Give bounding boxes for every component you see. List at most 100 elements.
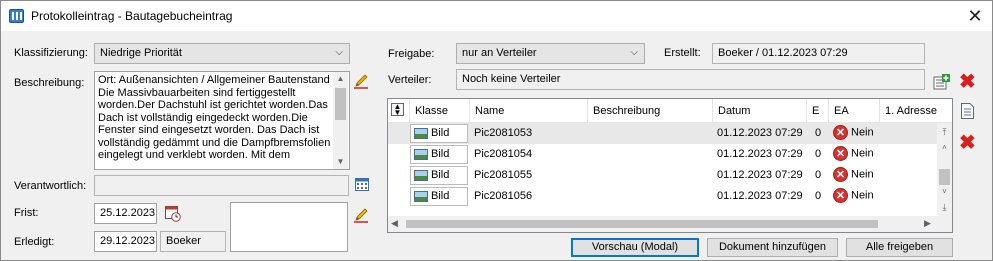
- chevron-down-icon: ⌵: [335, 47, 343, 58]
- table-horizontal-scrollbar[interactable]: ◀ ▶: [388, 216, 952, 232]
- scroll-thumb[interactable]: [335, 88, 346, 120]
- beschreibung-cell: [588, 144, 713, 165]
- vorschau-button[interactable]: Vorschau (Modal): [571, 238, 699, 257]
- no-icon: ✕: [833, 146, 848, 161]
- verantwortlich-field[interactable]: [94, 175, 349, 196]
- edit-pencil-icon[interactable]: [353, 73, 369, 89]
- image-icon: [414, 190, 428, 202]
- e-cell: 0: [814, 190, 822, 202]
- window-title: Protokolleintrag - Bautagebucheintrag: [31, 9, 233, 23]
- title-bar: Protokolleintrag - Bautagebucheintrag ✕: [1, 1, 992, 31]
- frist-date-input[interactable]: 25.12.2023: [94, 203, 157, 224]
- klasse-text: Bild: [431, 169, 450, 181]
- beschreibung-label: Beschreibung:: [14, 77, 85, 89]
- name-cell: Pic2081053: [474, 127, 533, 139]
- erstellt-label: Erstellt:: [664, 47, 701, 59]
- freigabe-select[interactable]: nur an Verteiler ⌵: [456, 43, 645, 64]
- beschreibung-textarea[interactable]: Ort: Außenansichten / Allgemeiner Bauten…: [94, 71, 350, 170]
- add-distributor-icon[interactable]: [933, 74, 950, 91]
- table-row[interactable]: Bild Pic2081055 01.12.2023 07:29 0 ✕ Nein: [388, 165, 937, 186]
- sort-icon[interactable]: ▲ ▼: [391, 103, 404, 117]
- datum-cell: 01.12.2023 07:29: [717, 169, 803, 181]
- document-icon[interactable]: [961, 103, 974, 119]
- erstellt-field: Boeker / 01.12.2023 07:29: [712, 43, 925, 64]
- image-icon: [414, 169, 428, 181]
- scroll-bottom-icon[interactable]: ⤓: [937, 200, 952, 214]
- klassifizierung-value: Niedrige Priorität: [100, 47, 182, 59]
- table-vertical-scrollbar[interactable]: ⤒ ˄ ˅ ⤓: [937, 123, 952, 216]
- datum-cell: 01.12.2023 07:29: [717, 148, 803, 160]
- dokument-hinzufuegen-button[interactable]: Dokument hinzufügen: [707, 238, 838, 257]
- column-header-adresse[interactable]: 1. Adresse: [880, 99, 952, 123]
- erledigt-by-field: Boeker: [160, 231, 226, 252]
- scroll-down-icon[interactable]: ▼: [333, 155, 348, 169]
- delete-icon[interactable]: ✖: [959, 133, 976, 153]
- calendar-icon[interactable]: [355, 178, 369, 191]
- name-cell: Pic2081056: [474, 190, 533, 202]
- column-header-datum[interactable]: Datum: [713, 99, 807, 123]
- e-cell: 0: [814, 148, 822, 160]
- sort-column-header[interactable]: ▲ ▼: [388, 99, 410, 123]
- column-header-name[interactable]: Name: [470, 99, 588, 123]
- ea-text: Nein: [851, 168, 874, 181]
- scroll-up-icon[interactable]: ˄: [937, 141, 952, 155]
- beschreibung-cell: [588, 123, 713, 144]
- erledigt-note-textarea[interactable]: [230, 202, 348, 252]
- klasse-text: Bild: [431, 190, 450, 202]
- beschreibung-cell: [588, 186, 713, 207]
- close-icon[interactable]: ✕: [963, 5, 987, 27]
- column-header-klasse[interactable]: Klasse: [410, 99, 470, 123]
- chevron-down-icon: ⌵: [630, 47, 638, 58]
- table-row[interactable]: Bild Pic2081054 01.12.2023 07:29 0 ✕ Nein: [388, 144, 937, 165]
- datum-cell: 01.12.2023 07:29: [717, 190, 803, 202]
- ea-text: Nein: [851, 126, 874, 139]
- image-icon: [414, 127, 428, 139]
- no-icon: ✕: [833, 167, 848, 182]
- calendar-clock-icon[interactable]: [165, 205, 181, 222]
- ea-cell: ✕ Nein: [829, 186, 880, 207]
- column-header-e[interactable]: E: [807, 99, 829, 123]
- frist-label: Frist:: [14, 207, 39, 219]
- app-icon: [9, 9, 24, 23]
- klasse-text: Bild: [431, 148, 450, 160]
- column-header-ea[interactable]: EA: [829, 99, 880, 123]
- no-icon: ✕: [833, 188, 848, 203]
- klassifizierung-label: Klassifizierung:: [14, 47, 88, 59]
- beschreibung-text: Ort: Außenansichten / Allgemeiner Bauten…: [98, 74, 331, 161]
- delete-icon[interactable]: ✖: [959, 72, 976, 92]
- scroll-right-icon[interactable]: ▶: [924, 218, 931, 229]
- klasse-text: Bild: [431, 127, 450, 139]
- edit-pencil-icon[interactable]: [353, 207, 369, 223]
- scroll-top-icon[interactable]: ⤒: [937, 125, 952, 139]
- klasse-cell[interactable]: Bild: [410, 166, 468, 185]
- scroll-thumb[interactable]: [939, 169, 950, 185]
- verantwortlich-label: Verantwortlich:: [14, 180, 87, 192]
- klasse-cell[interactable]: Bild: [410, 124, 468, 143]
- alle-freigeben-button[interactable]: Alle freigeben: [846, 238, 953, 257]
- scroll-down-icon[interactable]: ˅: [937, 185, 952, 199]
- scroll-thumb[interactable]: [406, 220, 878, 228]
- attachments-table: ▲ ▼ Klasse Name Beschreibung Datum E EA 1…: [387, 98, 953, 233]
- freigabe-label: Freigabe:: [388, 48, 435, 60]
- name-cell: Pic2081055: [474, 169, 533, 181]
- ea-text: Nein: [851, 147, 874, 160]
- erledigt-label: Erledigt:: [14, 236, 55, 248]
- beschreibung-cell: [588, 165, 713, 186]
- erledigt-date-input[interactable]: 29.12.2023: [94, 231, 157, 252]
- e-cell: 0: [814, 169, 822, 181]
- klassifizierung-select[interactable]: Niedrige Priorität ⌵: [94, 43, 350, 64]
- scroll-up-icon[interactable]: ▲: [333, 72, 348, 86]
- dialog-window: Protokolleintrag - Bautagebucheintrag ✕ …: [0, 0, 993, 261]
- table-row[interactable]: Bild Pic2081053 01.12.2023 07:29 0 ✕ Nein: [388, 123, 937, 144]
- beschreibung-scrollbar[interactable]: ▲ ▼: [333, 72, 348, 169]
- column-header-beschreibung[interactable]: Beschreibung: [588, 99, 713, 123]
- ea-cell: ✕ Nein: [829, 165, 880, 186]
- verteiler-label: Verteiler:: [388, 74, 432, 86]
- ea-cell: ✕ Nein: [829, 144, 880, 165]
- image-icon: [414, 148, 428, 160]
- klasse-cell[interactable]: Bild: [410, 187, 468, 206]
- scroll-left-icon[interactable]: ◀: [391, 218, 398, 229]
- table-row[interactable]: Bild Pic2081056 01.12.2023 07:29 0 ✕ Nein: [388, 186, 937, 207]
- klasse-cell[interactable]: Bild: [410, 145, 468, 164]
- freigabe-value: nur an Verteiler: [462, 47, 537, 59]
